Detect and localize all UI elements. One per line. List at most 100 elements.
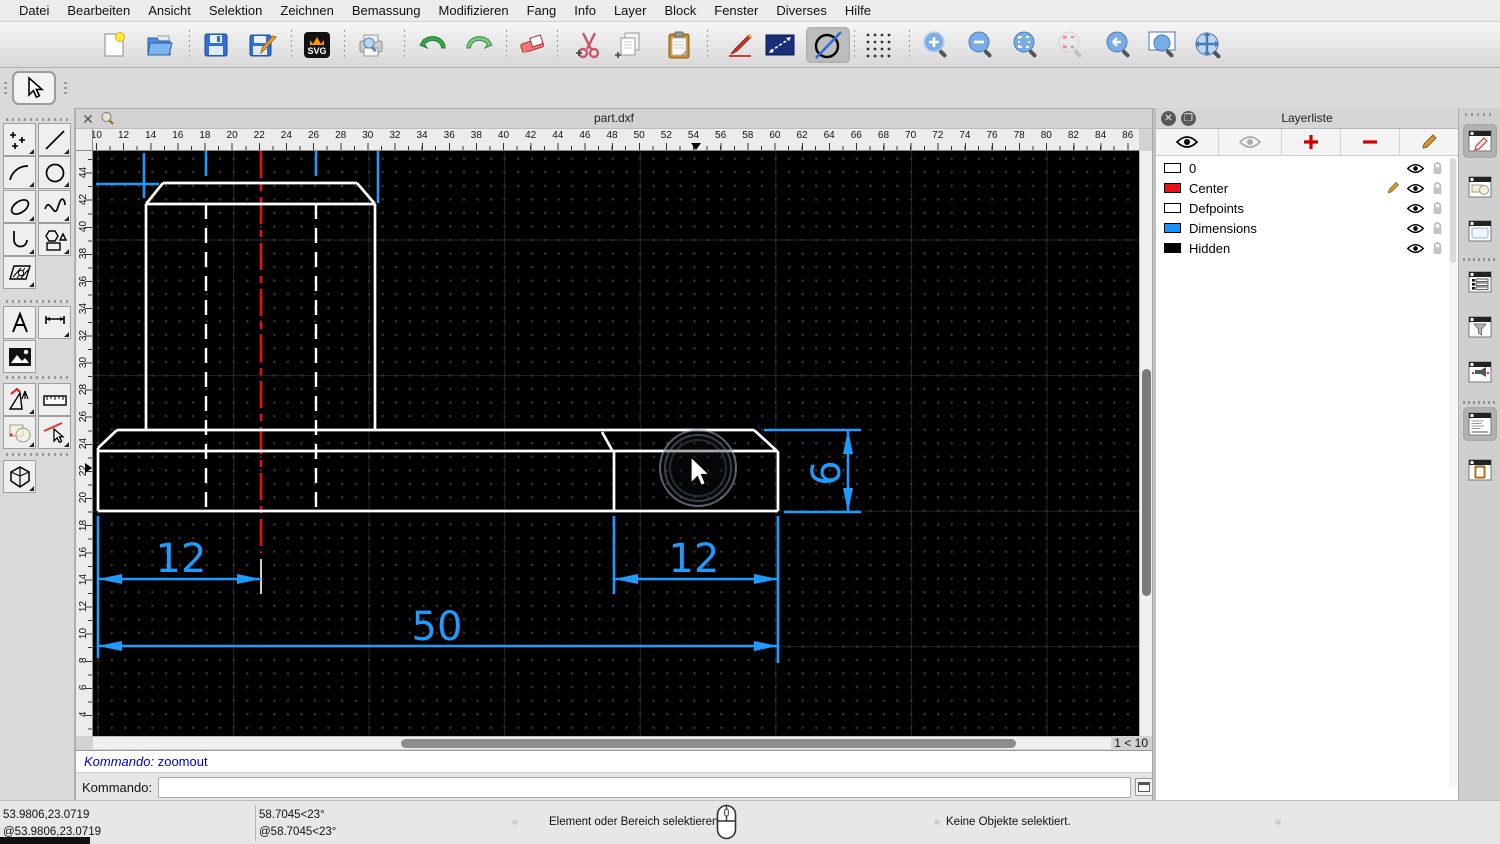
draw-pencil-icon[interactable] <box>722 27 758 63</box>
menu-item[interactable]: Hilfe <box>836 3 880 18</box>
image-tool[interactable] <box>3 340 36 373</box>
dimension-lines[interactable] <box>96 428 861 663</box>
layer-row[interactable]: Defpoints <box>1156 198 1458 218</box>
menu-item[interactable]: Modifizieren <box>430 3 518 18</box>
circle-tool[interactable] <box>38 156 71 189</box>
zoom-out-icon[interactable] <box>963 27 999 63</box>
layer-lock-icon[interactable] <box>1431 181 1444 196</box>
copy-icon[interactable] <box>612 27 648 63</box>
menu-item[interactable]: Bemassung <box>343 3 430 18</box>
arc-tool[interactable] <box>3 156 36 189</box>
layer-list-icon[interactable] <box>1463 265 1497 299</box>
menu-item[interactable]: Zeichnen <box>271 3 342 18</box>
shapes-tool[interactable] <box>38 223 71 256</box>
command-window-toggle-button[interactable] <box>1135 778 1153 796</box>
layer-visible-icon[interactable] <box>1407 243 1424 254</box>
layer-row[interactable]: Hidden <box>1156 238 1458 258</box>
horizontal-scrollbar-thumb[interactable] <box>401 739 1016 748</box>
grid-toggle-icon[interactable] <box>860 27 896 63</box>
command-widget-icon[interactable] <box>1463 407 1497 441</box>
zoom-previous-icon[interactable] <box>1101 27 1137 63</box>
open-file-icon[interactable] <box>142 27 178 63</box>
selection-arrow-button[interactable] <box>12 71 56 105</box>
menu-item[interactable]: Layer <box>605 3 656 18</box>
add-layer-icon[interactable] <box>1282 129 1341 155</box>
layer-visible-icon[interactable] <box>1407 203 1424 214</box>
remove-layer-icon[interactable] <box>1341 129 1400 155</box>
save-as-icon[interactable] <box>245 27 281 63</box>
layer-row[interactable]: 0 <box>1156 158 1458 178</box>
zoom-auto-icon[interactable] <box>1008 27 1044 63</box>
undo-icon[interactable] <box>414 27 450 63</box>
menu-item[interactable]: Info <box>565 3 605 18</box>
layer-edit-icon[interactable] <box>1386 181 1400 195</box>
vertical-scrollbar[interactable] <box>1139 151 1152 736</box>
menu-item[interactable]: Diverses <box>767 3 836 18</box>
text-tool[interactable] <box>3 306 36 339</box>
drawing-properties-icon[interactable] <box>1463 124 1497 158</box>
circle-line-tool-icon[interactable] <box>806 27 850 63</box>
layer-lock-icon[interactable] <box>1431 221 1444 236</box>
polyline-tool[interactable] <box>3 223 36 256</box>
delete-icon[interactable] <box>514 27 550 63</box>
layer-visible-icon[interactable] <box>1407 163 1424 174</box>
edit-layer-icon[interactable] <box>1400 129 1458 155</box>
save-icon[interactable] <box>198 27 234 63</box>
hatch-tool[interactable] <box>3 256 36 289</box>
layer-color-swatch[interactable] <box>1164 243 1181 253</box>
export-svg-icon[interactable]: SVG <box>299 27 335 63</box>
show-all-layers-icon[interactable] <box>1156 129 1219 155</box>
layer-color-swatch[interactable] <box>1164 183 1181 193</box>
new-document-icon[interactable] <box>96 27 132 63</box>
vertical-scrollbar-thumb[interactable] <box>1142 369 1151 596</box>
layer-color-swatch[interactable] <box>1164 203 1181 213</box>
horizontal-scrollbar[interactable] <box>93 736 1111 749</box>
block-activate-icon[interactable] <box>1463 355 1497 389</box>
layer-visible-icon[interactable] <box>1407 183 1424 194</box>
zoom-window-icon[interactable] <box>1145 27 1181 63</box>
menu-item[interactable]: Block <box>655 3 705 18</box>
paste-icon[interactable] <box>661 27 697 63</box>
menu-item[interactable]: Ansicht <box>139 3 200 18</box>
layer-lock-icon[interactable] <box>1431 241 1444 256</box>
layer-row[interactable]: Dimensions <box>1156 218 1458 238</box>
selection-filter-icon[interactable] <box>1463 310 1497 344</box>
drawing-canvas[interactable]: 12 12 50 6 <box>93 151 1139 736</box>
print-preview-icon[interactable] <box>353 27 389 63</box>
ellipse-tool[interactable] <box>3 190 36 223</box>
layer-lock-icon[interactable] <box>1431 161 1444 176</box>
clipboard-dock-icon[interactable] <box>1463 453 1497 487</box>
draft-tools[interactable] <box>3 383 36 416</box>
pan-icon[interactable] <box>1190 27 1226 63</box>
layer-visible-icon[interactable] <box>1407 223 1424 234</box>
zoom-selection-icon[interactable] <box>1053 27 1089 63</box>
points-tool[interactable] <box>3 123 36 156</box>
measure-tool[interactable] <box>38 383 71 416</box>
layer-panel-scrollbar[interactable] <box>1449 158 1457 788</box>
dimension-menu-tool[interactable] <box>38 306 71 339</box>
snap-select-tool[interactable] <box>38 416 71 449</box>
command-input[interactable] <box>158 776 1132 798</box>
menu-item[interactable]: Datei <box>10 3 58 18</box>
zoom-in-icon[interactable] <box>918 27 954 63</box>
spline-tool[interactable] <box>38 190 71 223</box>
dimension-tool-icon[interactable] <box>762 27 798 63</box>
block-list-icon[interactable] <box>1463 170 1497 204</box>
library-browser-icon[interactable] <box>1463 214 1497 248</box>
solid-3d-tool[interactable] <box>3 460 36 493</box>
layer-color-swatch[interactable] <box>1164 223 1181 233</box>
menu-item[interactable]: Fang <box>518 3 566 18</box>
hide-all-layers-icon[interactable] <box>1219 129 1282 155</box>
layer-lock-icon[interactable] <box>1431 201 1444 216</box>
modify-tool[interactable] <box>3 416 36 449</box>
layer-color-swatch[interactable] <box>1164 163 1181 173</box>
line-tool[interactable] <box>38 123 71 156</box>
redo-icon[interactable] <box>462 27 498 63</box>
menu-item[interactable]: Bearbeiten <box>58 3 139 18</box>
layer-row[interactable]: Center <box>1156 178 1458 198</box>
document-tab-title[interactable]: part.dxf <box>76 111 1152 125</box>
menu-item[interactable]: Selektion <box>200 3 271 18</box>
cut-icon[interactable] <box>571 27 607 63</box>
layer-panel-scrollbar-thumb[interactable] <box>1450 158 1456 263</box>
menu-item[interactable]: Fenster <box>705 3 767 18</box>
